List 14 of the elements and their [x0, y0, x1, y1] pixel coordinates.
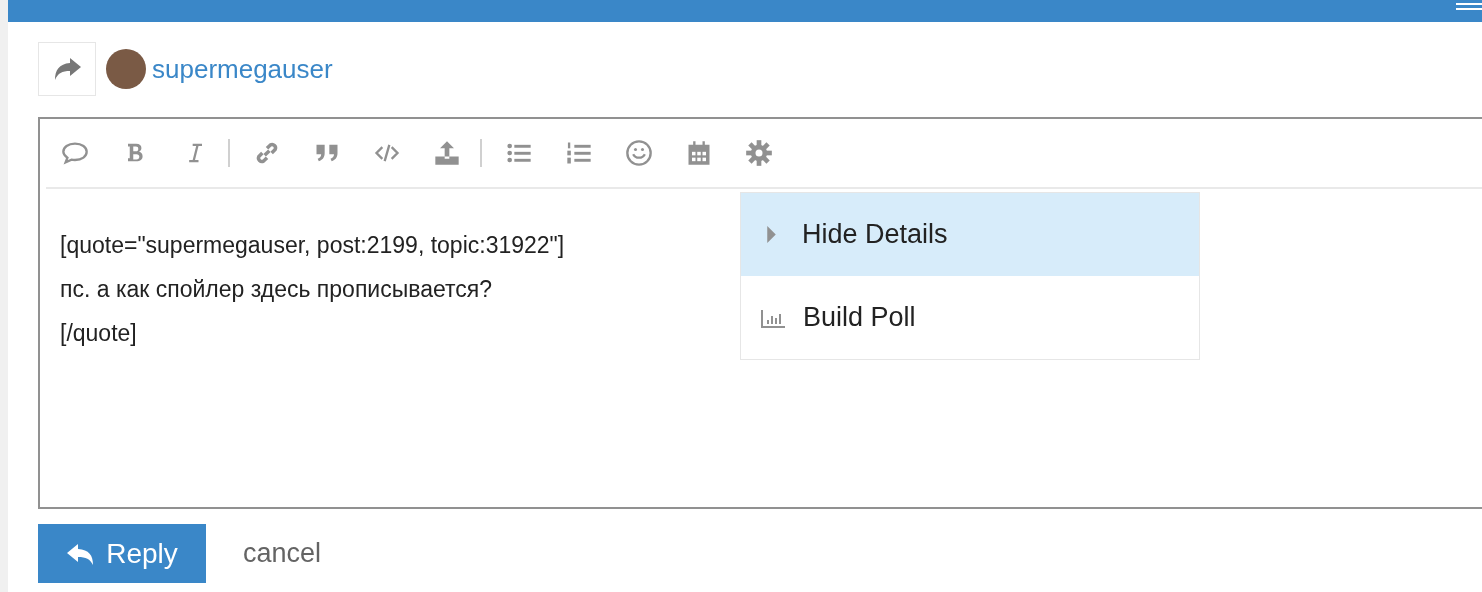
cancel-link[interactable]: cancel	[243, 538, 322, 569]
avatar	[106, 49, 146, 89]
upload-icon	[433, 139, 461, 167]
settings-icon	[745, 139, 773, 167]
menu-item[interactable]: Hide Details	[741, 193, 1199, 276]
share-arrow-icon	[52, 56, 82, 82]
menu-icon[interactable]	[1456, 3, 1482, 11]
smiley-icon	[625, 139, 653, 167]
reply-type-button[interactable]	[38, 42, 96, 96]
username-link[interactable]: supermegauser	[152, 53, 333, 85]
menu-item[interactable]: Build Poll	[741, 276, 1199, 359]
reply-button[interactable]: Reply	[38, 524, 206, 583]
caret-icon	[767, 226, 776, 243]
editor-field[interactable]: [quote="supermegauser, post:2199, topic:31922"] пс. а как спойлер здесь прописывается? [/quote]	[60, 223, 565, 493]
